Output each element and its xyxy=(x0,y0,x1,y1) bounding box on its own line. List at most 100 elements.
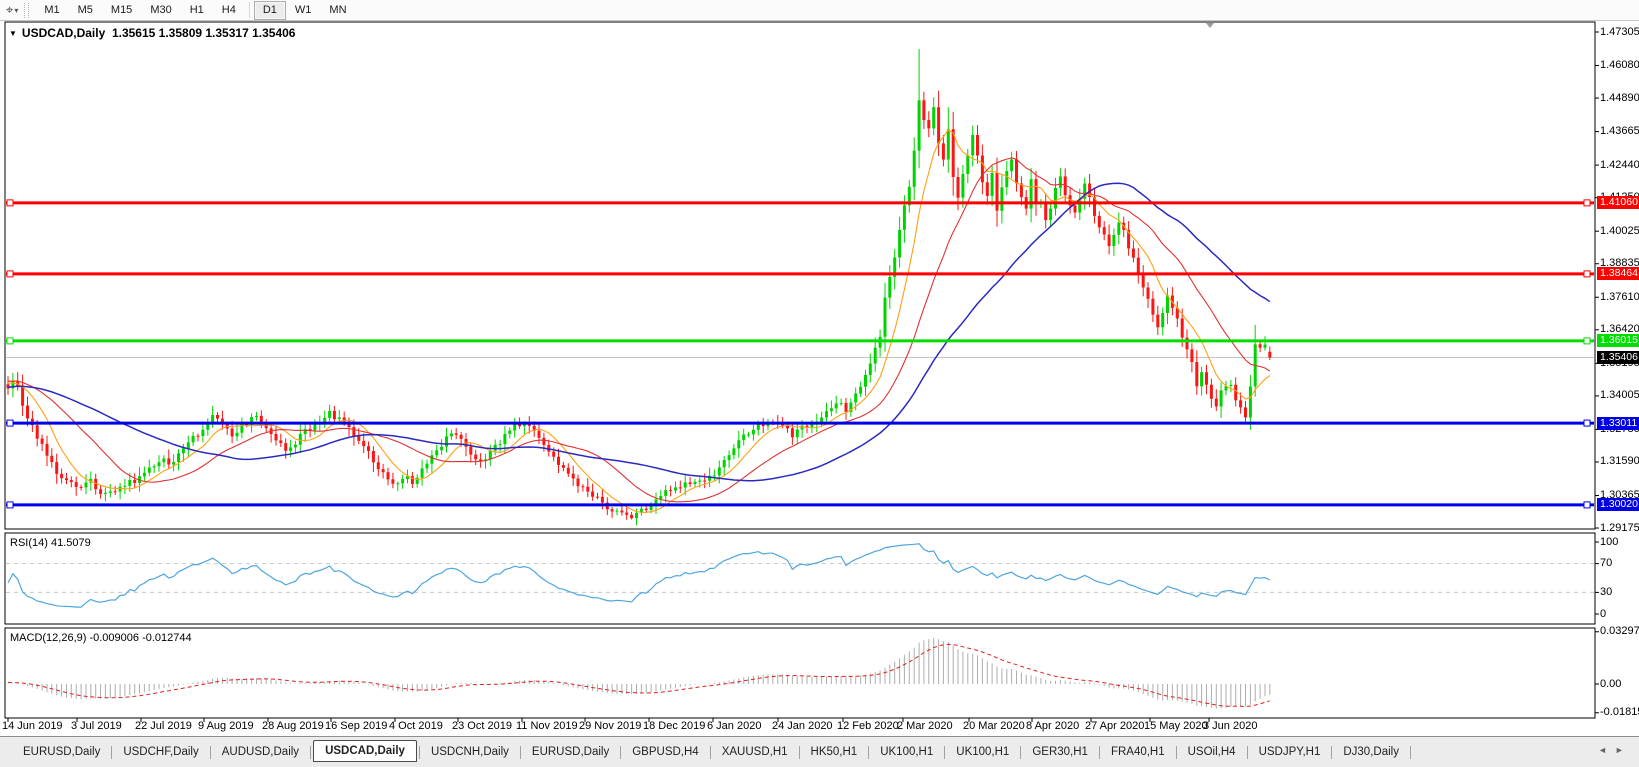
date-label: 18 Dec 2019 xyxy=(643,720,705,732)
chart-tab-AUDUSD-Daily[interactable]: AUDUSD,Daily xyxy=(213,742,308,762)
macd-scale-label: 0.032972 xyxy=(1600,625,1639,638)
rsi-indicator-label: RSI(14) 41.5079 xyxy=(10,537,91,549)
rsi-scale-label: 0 xyxy=(1600,608,1606,621)
chart-tab-USDJPY-H1[interactable]: USDJPY,H1 xyxy=(1250,742,1330,762)
level-handle[interactable] xyxy=(1584,502,1590,508)
tab-separator xyxy=(620,746,621,759)
current-price-label: 1.35406 xyxy=(1597,351,1639,364)
date-label: 3 Jun 2020 xyxy=(1203,720,1257,732)
tab-separator xyxy=(944,746,945,759)
macd-scale-label: -0.018154 xyxy=(1600,706,1639,719)
date-label: 9 Aug 2019 xyxy=(198,720,254,732)
tab-separator xyxy=(310,746,311,759)
date-label: 16 Sep 2019 xyxy=(325,720,387,732)
date-label: 28 Aug 2019 xyxy=(262,720,324,732)
chart-ohlc-values: 1.35615 1.35809 1.35317 1.35406 xyxy=(112,26,296,40)
date-label: 14 Jun 2019 xyxy=(2,720,63,732)
price-level-label[interactable]: 1.41060 xyxy=(1597,196,1639,209)
price-tick-label: 1.29175 xyxy=(1600,522,1639,535)
macd-pane-border xyxy=(5,628,1595,718)
date-label: 27 Apr 2020 xyxy=(1085,720,1144,732)
price-tick-label: 1.44890 xyxy=(1600,92,1639,105)
date-label: 11 Nov 2019 xyxy=(516,720,578,732)
symbol-dropdown-icon[interactable]: ▼ xyxy=(9,29,17,38)
tab-scroll-left-icon[interactable]: ◄ xyxy=(1598,745,1607,755)
chart-symbol-label: USDCAD,Daily xyxy=(22,26,105,40)
chart-tab-FRA40-H1[interactable]: FRA40,H1 xyxy=(1102,742,1174,762)
price-tick-label: 1.40025 xyxy=(1600,225,1639,238)
price-tick-label: 1.34005 xyxy=(1600,389,1639,402)
price-tick-label: 1.31590 xyxy=(1600,455,1639,468)
tab-separator xyxy=(710,746,711,759)
price-tick-label: 1.47305 xyxy=(1600,26,1639,39)
date-label: 24 Jan 2020 xyxy=(772,720,833,732)
date-label: 12 Feb 2020 xyxy=(837,720,899,732)
tab-separator xyxy=(799,746,800,759)
price-level-label[interactable]: 1.30020 xyxy=(1597,498,1639,511)
chart-tab-UK100-H1[interactable]: UK100,H1 xyxy=(871,742,942,762)
chart-canvas[interactable] xyxy=(0,0,1639,767)
tab-separator xyxy=(520,746,521,759)
chart-tab-bar: EURUSD,DailyUSDCHF,DailyAUDUSD,DailyUSDC… xyxy=(0,736,1639,767)
tab-separator xyxy=(868,746,869,759)
chart-tab-GBPUSD-H4[interactable]: GBPUSD,H4 xyxy=(623,742,707,762)
date-label: 22 Jul 2019 xyxy=(135,720,192,732)
level-handle[interactable] xyxy=(7,502,13,508)
tab-separator xyxy=(1331,746,1332,759)
level-handle[interactable] xyxy=(1584,338,1590,344)
chart-tab-XAUUSD-H1[interactable]: XAUUSD,H1 xyxy=(713,742,797,762)
tab-separator xyxy=(1020,746,1021,759)
rsi-pane-border xyxy=(5,533,1595,624)
tab-scroll-right-icon[interactable]: ► xyxy=(1615,745,1624,755)
price-level-label[interactable]: 1.36015 xyxy=(1597,334,1639,347)
tab-scroll-arrows: ◄ ► xyxy=(1598,745,1624,755)
chart-tab-USDCHF-Daily[interactable]: USDCHF,Daily xyxy=(114,742,207,762)
price-tick-label: 1.42440 xyxy=(1600,159,1639,172)
chart-tab-USDCAD-Daily[interactable]: USDCAD,Daily xyxy=(313,740,417,762)
chart-tab-UK100-H1[interactable]: UK100,H1 xyxy=(947,742,1018,762)
price-level-label[interactable]: 1.33011 xyxy=(1597,417,1639,430)
level-handle[interactable] xyxy=(7,338,13,344)
chart-tab-USDCNH-Daily[interactable]: USDCNH,Daily xyxy=(422,742,518,762)
chart-shift-marker[interactable] xyxy=(1206,23,1214,28)
tab-separator xyxy=(1176,746,1177,759)
level-handle[interactable] xyxy=(1584,271,1590,277)
price-tick-label: 1.46080 xyxy=(1600,59,1639,72)
tab-separator xyxy=(1410,746,1411,759)
date-label: 20 Mar 2020 xyxy=(963,720,1025,732)
rsi-scale-label: 100 xyxy=(1600,536,1618,549)
chart-tab-DJ30-Daily[interactable]: DJ30,Daily xyxy=(1334,742,1408,762)
price-level-label[interactable]: 1.38464 xyxy=(1597,267,1639,280)
chart-tab-USOil-H4[interactable]: USOil,H4 xyxy=(1179,742,1245,762)
main-pane-border xyxy=(5,22,1595,529)
chart-tab-EURUSD-Daily[interactable]: EURUSD,Daily xyxy=(14,742,109,762)
macd-indicator-label: MACD(12,26,9) -0.009006 -0.012744 xyxy=(10,632,192,644)
date-label: 23 Oct 2019 xyxy=(452,720,512,732)
level-handle[interactable] xyxy=(1584,420,1590,426)
price-tick-label: 1.43665 xyxy=(1600,125,1639,138)
chart-tab-EURUSD-Daily[interactable]: EURUSD,Daily xyxy=(523,742,618,762)
chart-tab-GER30-H1[interactable]: GER30,H1 xyxy=(1023,742,1097,762)
macd-scale-label: 0.00 xyxy=(1600,678,1621,691)
tab-separator xyxy=(419,746,420,759)
date-label: 3 Jul 2019 xyxy=(71,720,122,732)
date-label: 15 May 2020 xyxy=(1144,720,1208,732)
level-handle[interactable] xyxy=(1584,200,1590,206)
rsi-scale-label: 70 xyxy=(1600,557,1612,570)
tab-separator xyxy=(1099,746,1100,759)
date-label: 29 Nov 2019 xyxy=(579,720,641,732)
date-label: 2 Mar 2020 xyxy=(897,720,953,732)
chart-title: ▼ USDCAD,Daily 1.35615 1.35809 1.35317 1.… xyxy=(9,26,295,40)
tab-separator xyxy=(111,746,112,759)
date-label: 6 Jan 2020 xyxy=(707,720,761,732)
date-label: 8 Apr 2020 xyxy=(1026,720,1079,732)
date-label: 4 Oct 2019 xyxy=(389,720,443,732)
rsi-scale-label: 30 xyxy=(1600,586,1612,599)
price-tick-label: 1.37610 xyxy=(1600,291,1639,304)
level-handle[interactable] xyxy=(7,271,13,277)
level-handle[interactable] xyxy=(7,200,13,206)
level-handle[interactable] xyxy=(7,420,13,426)
chart-tab-HK50-H1[interactable]: HK50,H1 xyxy=(802,742,867,762)
tab-separator xyxy=(210,746,211,759)
tab-separator xyxy=(1247,746,1248,759)
